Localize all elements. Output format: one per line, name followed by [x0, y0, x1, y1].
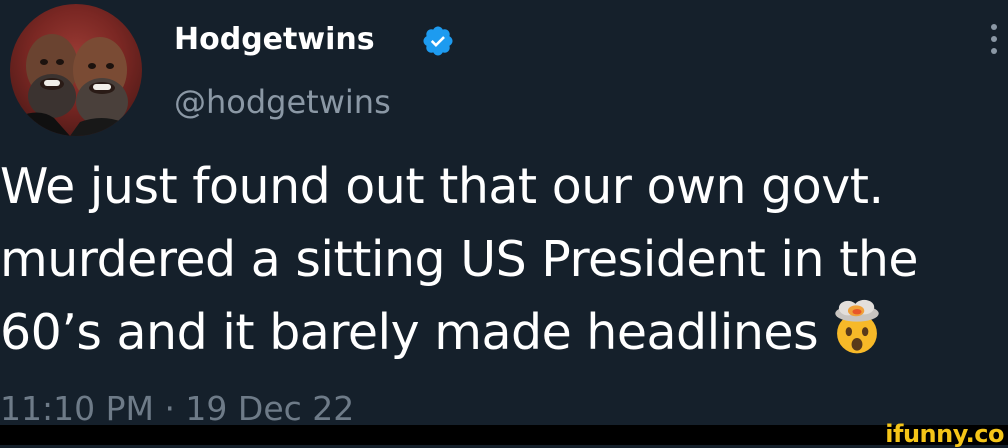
watermark-text: ifunny.co [885, 420, 1004, 448]
tweet-text: We just found out that our own govt. mur… [0, 150, 1000, 369]
more-options-icon[interactable] [988, 24, 1000, 60]
user-handle[interactable]: @hodgetwins [174, 80, 391, 124]
tweet-text-line: 60’s and it barely made headlines [0, 304, 819, 361]
ifunny-watermark: ifunny.co [885, 421, 1004, 447]
tweet-text-line-last: 60’s and it barely made headlines [0, 296, 1000, 369]
display-name[interactable]: Hodgetwins [174, 20, 375, 60]
watermark-bar [0, 425, 1008, 445]
tweet-card: Hodgetwins @hodgetwins We just found out… [0, 0, 1008, 428]
avatar-image [10, 34, 142, 136]
exploding-head-emoji-icon [835, 299, 879, 354]
tweet-text-line: We just found out that our own govt. [0, 158, 884, 215]
tweet-text-line: murdered a sitting US President in the [0, 231, 919, 288]
verified-badge-icon [423, 26, 453, 56]
profile-avatar[interactable] [10, 4, 142, 136]
